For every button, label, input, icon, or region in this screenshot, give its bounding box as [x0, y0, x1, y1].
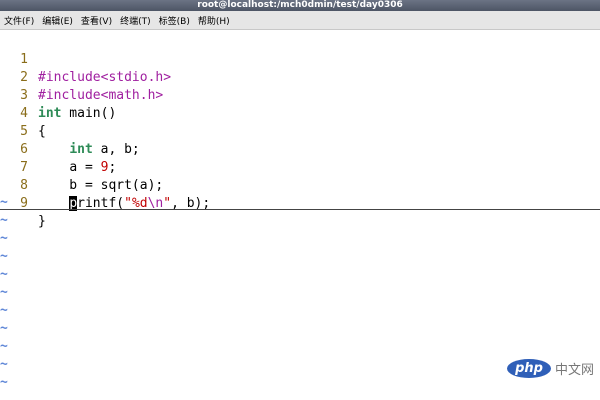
line-text: printf("%d\n", b);: [69, 196, 211, 211]
code-line: 1 #include<stdio.h>: [0, 33, 171, 85]
watermark-text: 中文网: [554, 363, 594, 378]
code-line: 8 printf("%d\n", b);: [0, 159, 210, 211]
line-text: b = sqrt(a);: [38, 178, 164, 193]
empty-line-tilde: ~: [0, 195, 8, 210]
line-text: #include<math.h>: [38, 88, 164, 103]
empty-line-tilde: ~: [0, 303, 8, 318]
menu-terminal[interactable]: 终端(T): [120, 14, 151, 27]
cursor-line-underline: [0, 209, 600, 210]
code-line: 5 int a, b;: [0, 105, 140, 157]
line-text: int a, b;: [69, 142, 140, 157]
terminal-editor[interactable]: 1 #include<stdio.h> 2 #include<math.h> 3…: [0, 31, 600, 400]
empty-line-tilde: ~: [0, 231, 8, 246]
line-text: {: [38, 124, 46, 139]
line-text: }: [38, 214, 46, 229]
menu-tabs[interactable]: 标签(B): [159, 14, 190, 27]
line-text: a = 9;: [69, 160, 117, 175]
menu-help[interactable]: 帮助(H): [198, 14, 230, 27]
code-line: 2 #include<math.h>: [0, 51, 163, 103]
code-line: 3 int main(): [0, 69, 116, 121]
code-line: 9 }: [0, 177, 46, 229]
empty-line-tilde: ~: [0, 321, 8, 336]
line-text: int main(): [38, 106, 117, 121]
empty-line-tilde: ~: [0, 339, 8, 354]
watermark: php 中文网: [507, 359, 594, 378]
empty-line-tilde: ~: [0, 357, 8, 372]
code-line: 7 b = sqrt(a);: [0, 141, 163, 193]
window-title: root@localhost:/mch0dmin/test/day0306: [0, 0, 600, 11]
menubar: 文件(F) 编辑(E) 查看(V) 终端(T) 标签(B) 帮助(H): [0, 11, 600, 30]
menu-file[interactable]: 文件(F): [4, 14, 34, 27]
code-line: 4 {: [0, 87, 46, 139]
empty-line-tilde: ~: [0, 213, 8, 228]
menu-edit[interactable]: 编辑(E): [42, 14, 73, 27]
code-line: 6 a = 9;: [0, 123, 116, 175]
empty-line-tilde: ~: [0, 285, 8, 300]
empty-line-tilde: ~: [0, 267, 8, 282]
line-text: #include<stdio.h>: [38, 70, 172, 85]
empty-line-tilde: ~: [0, 249, 8, 264]
php-logo-icon: php: [507, 359, 551, 378]
menu-view[interactable]: 查看(V): [81, 14, 112, 27]
empty-line-tilde: ~: [0, 375, 8, 390]
